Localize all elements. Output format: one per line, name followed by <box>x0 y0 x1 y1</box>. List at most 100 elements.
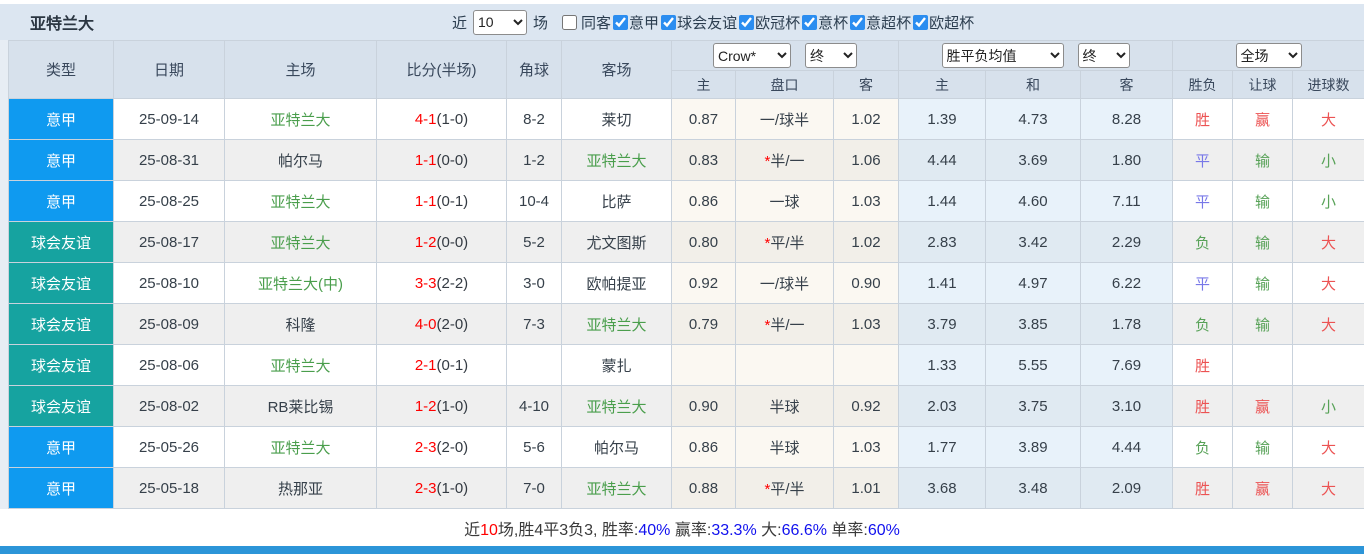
away-team: 尤文图斯 <box>562 222 672 263</box>
avg-draw-odds: 3.69 <box>986 140 1081 181</box>
home-team: 亚特兰大 <box>225 222 377 263</box>
recent-count-select[interactable]: 10 <box>473 10 527 35</box>
competition-filter[interactable]: 欧超杯 <box>911 12 974 33</box>
avg-away-odds: 2.09 <box>1081 468 1173 509</box>
avg-type-select[interactable]: 胜平负均值 <box>942 43 1064 68</box>
avg-draw-odds: 4.60 <box>986 181 1081 222</box>
result-goals <box>1293 345 1364 386</box>
match-date: 25-08-09 <box>114 304 225 345</box>
avg-away-odds: 7.11 <box>1081 181 1173 222</box>
match-score: 1-2(0-0) <box>377 222 507 263</box>
competition-filter[interactable]: 意杯 <box>800 12 848 33</box>
ah-home-odds: 0.92 <box>672 263 736 304</box>
matches-table: 类型 日期 主场 比分(半场) 角球 客场 Crow* 终 胜平负均值 终 <box>8 40 1364 509</box>
avg-home-odds: 3.79 <box>899 304 986 345</box>
competition-checkbox[interactable] <box>913 15 928 30</box>
competition-checkbox[interactable] <box>802 15 817 30</box>
competition-checkbox[interactable] <box>850 15 865 30</box>
ah-home-odds: 0.83 <box>672 140 736 181</box>
match-row: 意甲 25-08-31 帕尔马 1-1(0-0) 1-2 亚特兰大 0.83 *… <box>9 140 1364 181</box>
ah-away-odds: 0.92 <box>834 386 899 427</box>
col-ah-home: 主 <box>672 71 736 99</box>
competition-checkbox[interactable] <box>613 15 628 30</box>
ah-time-select[interactable]: 终 <box>805 43 857 68</box>
avg-draw-odds: 3.75 <box>986 386 1081 427</box>
home-team: 科隆 <box>225 304 377 345</box>
match-row: 球会友谊 25-08-02 RB莱比锡 1-2(1-0) 4-10 亚特兰大 0… <box>9 386 1364 427</box>
summary-part: 赢率: <box>670 522 711 539</box>
match-date: 25-08-17 <box>114 222 225 263</box>
result-wdl: 胜 <box>1173 99 1233 140</box>
match-date: 25-08-10 <box>114 263 225 304</box>
halftime-score: (1-0) <box>437 111 469 128</box>
bookmaker-select[interactable]: Crow* <box>713 43 791 68</box>
competition-filter[interactable]: 球会友谊 <box>659 12 737 33</box>
match-type-badge: 球会友谊 <box>9 304 114 345</box>
result-wdl: 胜 <box>1173 386 1233 427</box>
competition-label: 意杯 <box>818 12 848 33</box>
line-star: * <box>764 481 770 498</box>
ah-home-odds: 0.90 <box>672 386 736 427</box>
competition-checkbox[interactable] <box>661 15 676 30</box>
result-goals: 大 <box>1293 99 1364 140</box>
match-row: 意甲 25-09-14 亚特兰大 4-1(1-0) 8-2 莱切 0.87 一/… <box>9 99 1364 140</box>
avg-home-odds: 2.83 <box>899 222 986 263</box>
ah-home-odds: 0.79 <box>672 304 736 345</box>
competition-filter[interactable]: 意超杯 <box>848 12 911 33</box>
col-result-wdl: 胜负 <box>1173 71 1233 99</box>
result-goals: 大 <box>1293 468 1364 509</box>
match-type-badge: 意甲 <box>9 140 114 181</box>
away-team: 蒙扎 <box>562 345 672 386</box>
competition-checkbox[interactable] <box>739 15 754 30</box>
same-venue-label: 同客 <box>581 12 611 33</box>
match-score: 4-1(1-0) <box>377 99 507 140</box>
result-handicap: 赢 <box>1233 468 1293 509</box>
summary-part: 66.6% <box>782 522 827 539</box>
away-team: 莱切 <box>562 99 672 140</box>
avg-time-select[interactable]: 终 <box>1078 43 1130 68</box>
match-date: 25-05-26 <box>114 427 225 468</box>
avg-draw-odds: 5.55 <box>986 345 1081 386</box>
match-score: 3-3(2-2) <box>377 263 507 304</box>
halftime-score: (2-0) <box>437 316 469 333</box>
col-result-handicap: 让球 <box>1233 71 1293 99</box>
competition-label: 意甲 <box>629 12 659 33</box>
match-date: 25-08-06 <box>114 345 225 386</box>
scope-select[interactable]: 全场 <box>1236 43 1302 68</box>
avg-home-odds: 1.33 <box>899 345 986 386</box>
ah-away-odds: 1.02 <box>834 99 899 140</box>
summary-bar: 近10场,胜4平3负3, 胜率:40% 赢率:33.3% 大:66.6% 单率:… <box>0 509 1364 546</box>
avg-home-odds: 4.44 <box>899 140 986 181</box>
competition-label: 欧冠杯 <box>755 12 800 33</box>
result-goals: 小 <box>1293 140 1364 181</box>
result-handicap <box>1233 345 1293 386</box>
corners: 8-2 <box>507 99 562 140</box>
result-handicap: 赢 <box>1233 386 1293 427</box>
halftime-score: (0-1) <box>437 357 469 374</box>
result-handicap: 赢 <box>1233 99 1293 140</box>
same-venue-filter[interactable]: 同客 <box>560 12 611 33</box>
ah-away-odds: 1.03 <box>834 427 899 468</box>
ah-line <box>736 345 834 386</box>
avg-home-odds: 3.68 <box>899 468 986 509</box>
corners: 3-0 <box>507 263 562 304</box>
corners: 4-10 <box>507 386 562 427</box>
avg-group-header: 胜平负均值 终 <box>899 41 1173 71</box>
same-venue-checkbox[interactable] <box>562 15 577 30</box>
ah-line: *平/半 <box>736 468 834 509</box>
ah-away-odds: 1.02 <box>834 222 899 263</box>
match-row: 球会友谊 25-08-09 科隆 4-0(2-0) 7-3 亚特兰大 0.79 … <box>9 304 1364 345</box>
summary-part: 10 <box>480 522 498 539</box>
halftime-score: (0-0) <box>437 234 469 251</box>
col-date: 日期 <box>114 41 225 99</box>
ah-line: *半/一 <box>736 140 834 181</box>
competition-filter[interactable]: 欧冠杯 <box>737 12 800 33</box>
home-team: 热那亚 <box>225 468 377 509</box>
competition-label: 欧超杯 <box>929 12 974 33</box>
fulltime-score: 1-1 <box>415 152 437 169</box>
home-team: 亚特兰大 <box>225 99 377 140</box>
competition-label: 球会友谊 <box>677 12 737 33</box>
avg-home-odds: 2.03 <box>899 386 986 427</box>
home-team: RB莱比锡 <box>225 386 377 427</box>
competition-filter[interactable]: 意甲 <box>611 12 659 33</box>
